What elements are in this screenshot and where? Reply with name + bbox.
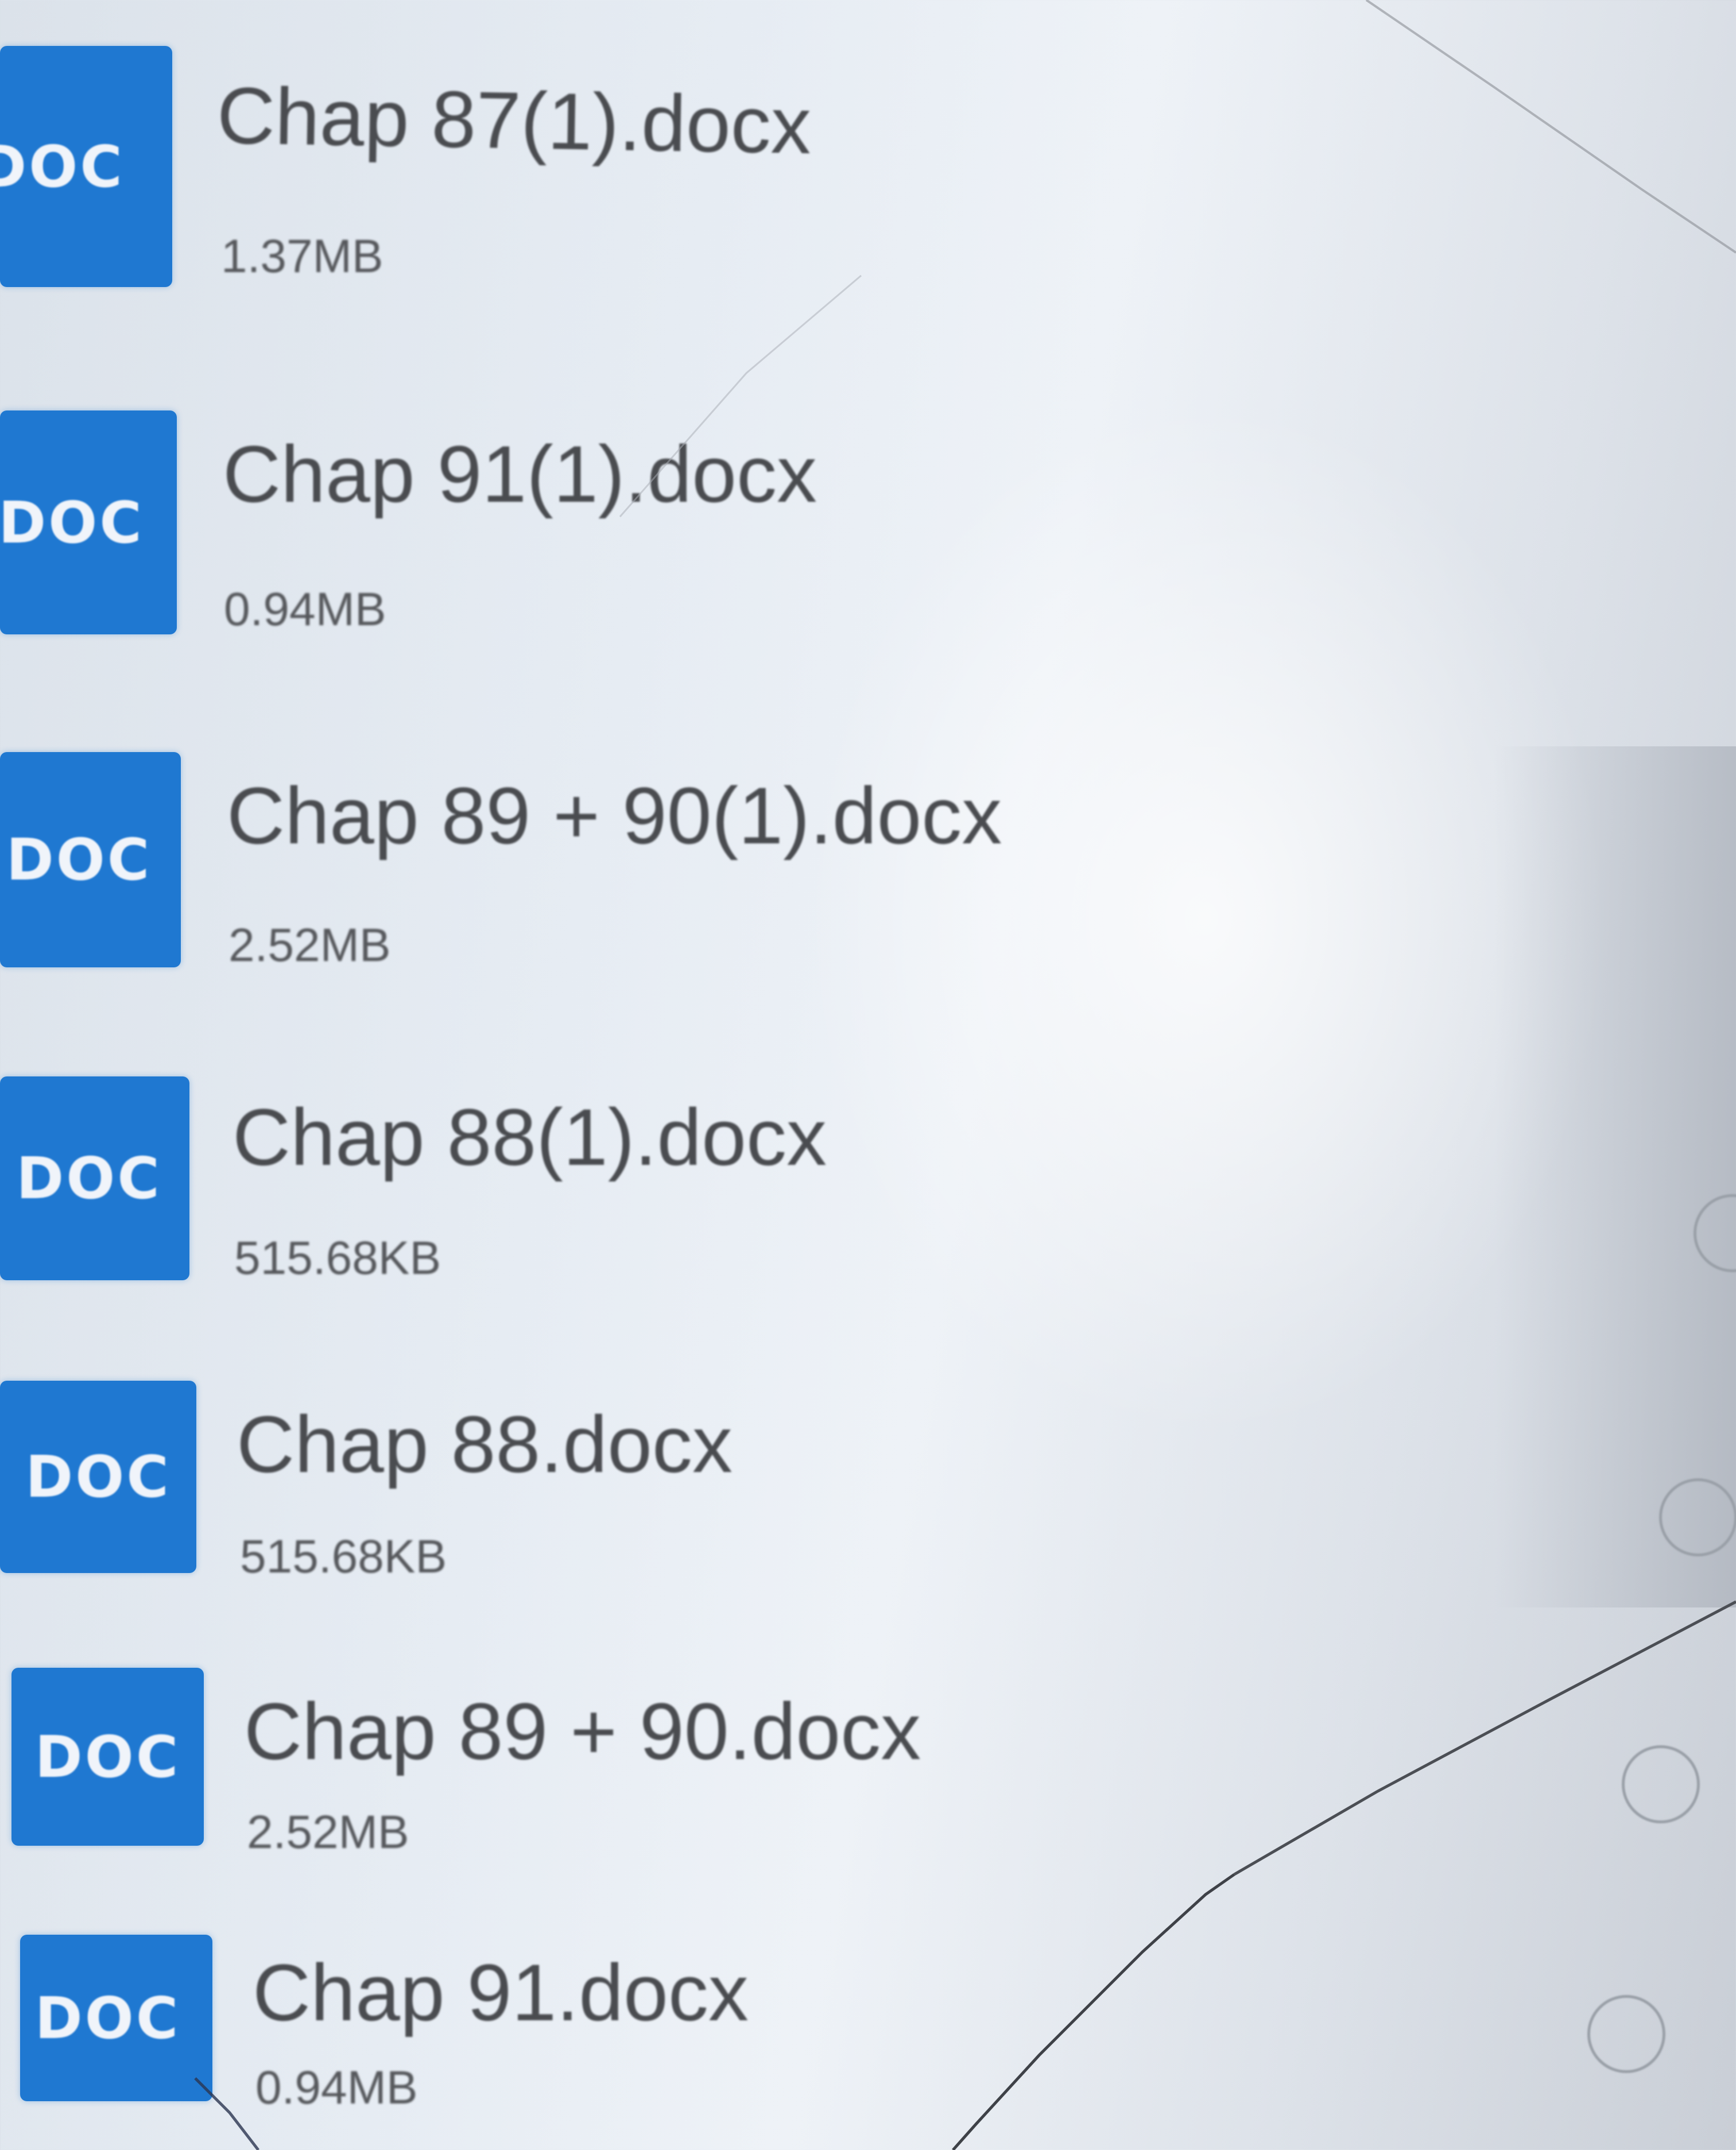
file-name: Chap 91.docx <box>253 1947 749 2037</box>
doc-icon-label: DOC <box>0 489 144 556</box>
file-name: Chap 88.docx <box>237 1399 733 1489</box>
doc-icon-label: DOC <box>16 1145 162 1212</box>
file-name: Chap 89 + 90.docx <box>244 1686 921 1776</box>
doc-icon-label: DOC <box>0 133 125 200</box>
file-name: Chap 89 + 90(1).docx <box>227 770 1002 861</box>
file-name: Chap 87(1).docx <box>216 70 812 171</box>
file-size: 0.94MB <box>224 583 386 636</box>
file-size: 2.52MB <box>247 1806 409 1858</box>
list-item[interactable]: DOC Chap 91.docx 0.94MB <box>0 1935 1736 2150</box>
doc-file-icon: DOC <box>0 1076 189 1280</box>
doc-file-icon: DOC <box>0 410 177 634</box>
file-size: 2.52MB <box>228 919 391 971</box>
doc-icon-label: DOC <box>6 826 152 893</box>
select-radio[interactable] <box>1622 1745 1700 1823</box>
doc-file-icon: DOC <box>20 1935 212 2101</box>
select-radio[interactable] <box>1659 1478 1736 1556</box>
select-radio[interactable] <box>1587 1995 1665 2073</box>
list-item[interactable]: DOC Chap 88(1).docx 515.68KB <box>0 1076 1736 1318</box>
file-list: DOC Chap 87(1).docx 1.37MB DOC Chap 91(1… <box>0 0 1736 2150</box>
file-name: Chap 88(1).docx <box>232 1092 827 1182</box>
doc-file-icon: DOC <box>0 46 172 287</box>
list-item[interactable]: DOC Chap 87(1).docx 1.37MB <box>0 46 1736 287</box>
list-item[interactable]: DOC Chap 91(1).docx 0.94MB <box>0 410 1736 652</box>
file-size: 0.94MB <box>255 2062 418 2114</box>
file-size: 1.37MB <box>221 230 383 282</box>
doc-file-icon: DOC <box>0 752 181 967</box>
file-size: 515.68KB <box>234 1232 441 1284</box>
doc-file-icon: DOC <box>11 1668 204 1846</box>
list-item[interactable]: DOC Chap 88.docx 515.68KB <box>0 1381 1736 1622</box>
doc-file-icon: DOC <box>0 1381 196 1573</box>
doc-icon-label: DOC <box>34 1723 181 1791</box>
list-item[interactable]: DOC Chap 89 + 90(1).docx 2.52MB <box>0 752 1736 993</box>
doc-icon-label: DOC <box>34 1984 181 2052</box>
doc-icon-label: DOC <box>25 1443 171 1510</box>
file-name: Chap 91(1).docx <box>223 429 817 519</box>
list-item[interactable]: DOC Chap 89 + 90.docx 2.52MB <box>0 1668 1736 1909</box>
file-size: 515.68KB <box>240 1531 447 1583</box>
